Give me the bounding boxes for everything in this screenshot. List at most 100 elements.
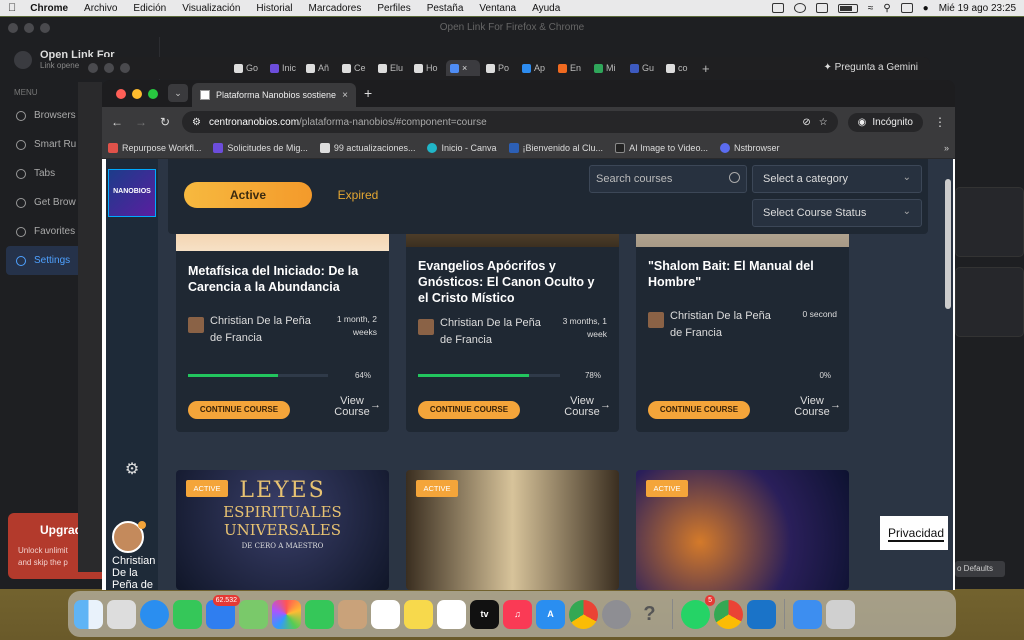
bookmark-item[interactable]: Inicio - Canva	[427, 142, 497, 153]
back-tab-current[interactable]: ×	[446, 60, 480, 76]
system-settings-icon[interactable]	[602, 599, 631, 629]
view-course-link[interactable]: View Course →	[555, 396, 611, 418]
course-title[interactable]: Evangelios Apócrifos y Gnósticos: El Can…	[406, 258, 619, 306]
menu-ventana[interactable]: Ventana	[479, 3, 516, 14]
course-card[interactable]: ACTIVE	[636, 470, 849, 590]
page-scrollbar[interactable]	[945, 179, 951, 309]
search-courses-input[interactable]: Search courses	[589, 165, 747, 193]
menu-archivo[interactable]: Archivo	[84, 3, 117, 14]
course-status-select[interactable]: Select Course Status ⌄	[752, 199, 922, 227]
downloads-folder-icon[interactable]	[793, 599, 822, 629]
search-icon[interactable]: ⚲	[883, 3, 890, 14]
view-course-link[interactable]: View Course →	[785, 396, 841, 418]
tab-close-icon[interactable]: ×	[462, 63, 467, 73]
continue-course-button[interactable]: CONTINUE COURSE	[418, 401, 520, 419]
clock[interactable]: Mié 19 ago 23:25	[939, 3, 1016, 14]
help-icon[interactable]: ?	[635, 600, 664, 629]
bookmark-item[interactable]: Nstbrowser	[719, 142, 779, 153]
chrome-profile-icon[interactable]	[714, 599, 743, 629]
app-store-icon[interactable]: A	[536, 599, 565, 629]
tab-close-icon[interactable]: ×	[342, 90, 348, 101]
music-icon[interactable]: ♫	[503, 599, 532, 629]
reminders-icon[interactable]	[371, 599, 400, 629]
trash-icon[interactable]	[826, 599, 855, 629]
back-tab[interactable]: En	[554, 60, 588, 76]
menu-marcadores[interactable]: Marcadores	[309, 3, 362, 14]
back-tab[interactable]: co	[662, 60, 696, 76]
wifi-icon[interactable]: ≈	[868, 3, 874, 14]
apple-tv-icon[interactable]: tv	[470, 599, 499, 629]
minimize-icon[interactable]	[132, 89, 142, 99]
chrome-icon[interactable]	[569, 599, 598, 629]
course-card[interactable]: ACTIVE	[406, 470, 619, 590]
minimize-icon[interactable]	[24, 23, 34, 33]
bookmark-item[interactable]: ¡Bienvenido al Clu...	[508, 142, 603, 153]
apple-icon[interactable]: 	[8, 2, 16, 14]
facetime-icon[interactable]	[305, 599, 334, 629]
menu-edicion[interactable]: Edición	[133, 3, 166, 14]
close-icon[interactable]	[116, 89, 126, 99]
user-avatar[interactable]	[112, 521, 146, 553]
launchpad-icon[interactable]	[107, 599, 136, 629]
siri-icon[interactable]: ●	[923, 3, 929, 14]
view-course-link[interactable]: View Course →	[325, 396, 381, 418]
menu-visualizacion[interactable]: Visualización	[182, 3, 240, 14]
contacts-icon[interactable]	[338, 599, 367, 629]
menu-perfiles[interactable]: Perfiles	[377, 3, 410, 14]
back-tab[interactable]: Gu	[626, 60, 660, 76]
menu-app-name[interactable]: Chrome	[30, 3, 68, 14]
back-tab[interactable]: Ap	[518, 60, 552, 76]
more-menu-icon[interactable]: ⋮	[933, 115, 947, 129]
expired-filter-button[interactable]: Expired	[328, 182, 388, 208]
back-tab[interactable]: Añ	[302, 60, 336, 76]
bookmarks-overflow-icon[interactable]: »	[944, 143, 949, 153]
continue-course-button[interactable]: CONTINUE COURSE	[188, 401, 290, 419]
minimize-icon[interactable]	[104, 63, 114, 73]
active-tab[interactable]: Plataforma Nanobios sostiene ×	[192, 83, 356, 107]
control-center-icon[interactable]	[900, 3, 913, 13]
settings-gear-icon[interactable]: ⚙	[122, 459, 142, 479]
bookmark-item[interactable]: Repurpose Workfl...	[108, 142, 201, 153]
link-icon[interactable]	[793, 3, 806, 13]
whatsapp-icon[interactable]: 5	[681, 594, 715, 629]
display-icon[interactable]	[815, 3, 828, 13]
close-icon[interactable]	[88, 63, 98, 73]
menu-ayuda[interactable]: Ayuda	[532, 3, 560, 14]
kindle-icon[interactable]	[747, 599, 776, 629]
back-tab[interactable]: Ho	[410, 60, 444, 76]
new-tab-button[interactable]: +	[698, 60, 732, 76]
maps-icon[interactable]	[239, 599, 268, 629]
course-title[interactable]: Metafísica del Iniciado: De la Carencia …	[176, 263, 389, 295]
close-icon[interactable]	[8, 23, 18, 33]
maximize-icon[interactable]	[148, 89, 158, 99]
back-tab[interactable]: Go	[230, 60, 264, 76]
back-tab[interactable]: Mi	[590, 60, 624, 76]
continue-course-button[interactable]: CONTINUE COURSE	[648, 401, 750, 419]
course-title[interactable]: "Shalom Bait: El Manual del Hombre"	[636, 258, 849, 290]
gemini-button[interactable]: ✦ Pregunta a Gemini	[823, 62, 918, 73]
forward-arrow-icon[interactable]: →	[134, 115, 148, 129]
new-tab-button[interactable]: +	[364, 85, 372, 101]
menu-pestana[interactable]: Pestaña	[427, 3, 464, 14]
star-icon[interactable]: ☆	[819, 117, 828, 128]
back-arrow-icon[interactable]: ←	[110, 115, 124, 129]
maximize-icon[interactable]	[40, 23, 50, 33]
mail-icon[interactable]: 62.532	[206, 594, 240, 629]
category-select[interactable]: Select a category ⌄	[752, 165, 922, 193]
screen-icon[interactable]	[771, 3, 784, 13]
course-card[interactable]: ACTIVE LEYES ESPIRITUALES UNIVERSALES DE…	[176, 470, 389, 590]
finder-icon[interactable]	[74, 599, 103, 629]
reset-defaults-button[interactable]: o Defaults	[955, 561, 1005, 577]
tab-search-chevron-icon[interactable]: ⌄	[168, 84, 188, 102]
photos-icon[interactable]	[272, 599, 301, 629]
nanobios-logo[interactable]: NANOBIOS	[108, 169, 156, 217]
back-tab[interactable]: Ce	[338, 60, 372, 76]
address-bar[interactable]: ⚙ centronanobios.com/plataforma-nanobios…	[182, 111, 838, 133]
active-filter-button[interactable]: Active	[184, 182, 312, 208]
battery-icon[interactable]	[837, 3, 858, 13]
privacy-link[interactable]: Privacidad	[880, 516, 948, 550]
back-tab[interactable]: Inic	[266, 60, 300, 76]
bookmark-item[interactable]: 99 actualizaciones...	[319, 142, 415, 153]
site-info-icon[interactable]: ⚙	[192, 117, 201, 128]
menu-historial[interactable]: Historial	[256, 3, 292, 14]
